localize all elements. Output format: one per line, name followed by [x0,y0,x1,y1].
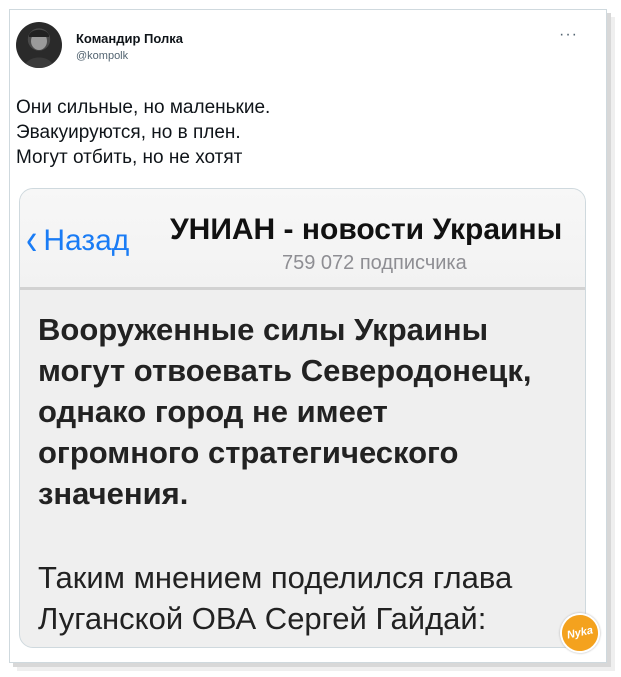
back-button: ‹ Назад [26,215,130,264]
headline-line: Вооруженные силы Украины [38,312,489,347]
tweet-text-line: Они сильные, но маленькие. [16,97,271,118]
tweet-text-line: Могут отбить, но не хотят [16,147,243,168]
watermark-label: Nyka [565,624,595,642]
tweet-text: Они сильные, но маленькие. Эвакуируются,… [16,95,576,170]
author-name[interactable]: Командир Полка [76,31,183,46]
divider [20,287,585,290]
author-handle[interactable]: @kompolk [76,50,128,62]
message-body: Таким мнением поделился глава Луганской … [38,557,578,639]
subscriber-count: 759 072 подписчика [282,252,467,274]
headline-line: могут отвоевать Северодонецк, [38,353,532,388]
headline-line: однако город не имеет [38,394,388,429]
channel-name: УНИАН - новости Украины [170,213,563,246]
chevron-left-icon: ‹ [26,215,38,265]
headline-line: значения. [38,476,189,511]
tweet-media-image[interactable]: ‹ Назад УНИАН - новости Украины 759 072 … [19,188,586,648]
more-dots-icon[interactable]: ··· [559,26,578,44]
tweet-text-line: Эвакуируются, но в плен. [16,122,241,143]
tweet-header: Командир Полка @kompolk ··· [14,20,580,70]
screenshot-nav-bar: ‹ Назад УНИАН - новости Украины 759 072 … [20,189,585,289]
message-headline: Вооруженные силы Украины могут отвоевать… [38,309,578,514]
headline-line: огромного стратегического [38,435,459,470]
avatar[interactable] [16,22,62,68]
back-label: Назад [43,223,130,257]
body-line: Таким мнением поделился глава [38,560,513,595]
avatar-portrait-icon [24,29,54,68]
body-line: Луганской ОВА Сергей Гайдай: [38,601,487,636]
